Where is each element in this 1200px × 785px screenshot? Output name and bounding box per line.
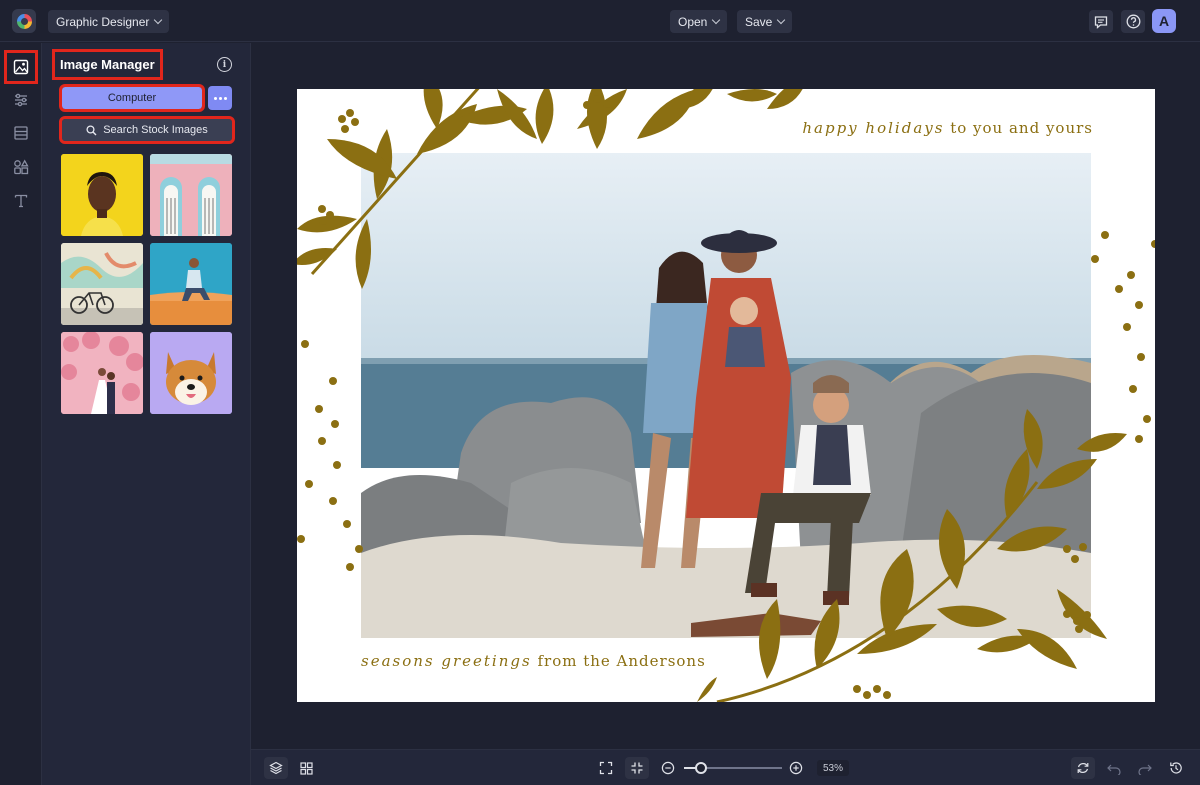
thumbnail-couple-blossoms[interactable] bbox=[61, 332, 143, 414]
history-icon bbox=[1170, 762, 1182, 774]
dot bbox=[213, 96, 217, 100]
thumbnail-woman-portrait[interactable] bbox=[61, 154, 143, 236]
layers-button[interactable] bbox=[264, 757, 288, 779]
refresh-button[interactable] bbox=[1071, 757, 1095, 779]
bottom-toolbar: 53% bbox=[251, 749, 1200, 785]
rail-item-image-manager[interactable] bbox=[4, 50, 38, 84]
rail-item-graphics[interactable] bbox=[7, 153, 35, 181]
text-icon bbox=[14, 194, 28, 208]
zoom-in-button[interactable] bbox=[784, 757, 808, 779]
layers-icon bbox=[269, 761, 283, 775]
greeting-top-script: happy holidays bbox=[802, 119, 945, 137]
thumbnail-bicycle-mural[interactable] bbox=[61, 243, 143, 325]
zoom-out-icon bbox=[661, 761, 675, 775]
grid-view-button[interactable] bbox=[294, 757, 318, 779]
chevron-down-icon bbox=[154, 15, 163, 25]
open-menu-button[interactable]: Open bbox=[670, 10, 728, 33]
adjustments-icon bbox=[15, 93, 27, 107]
greeting-top-plain: to you and yours bbox=[950, 119, 1093, 137]
zoom-slider[interactable] bbox=[684, 762, 782, 774]
expand-icon bbox=[599, 761, 613, 775]
greeting-top[interactable]: happy holidays to you and yours bbox=[802, 119, 1093, 137]
zoom-percentage[interactable]: 53% bbox=[817, 760, 849, 776]
undo-icon bbox=[1107, 764, 1121, 775]
thumbnail-image bbox=[61, 243, 143, 325]
thumbnail-image bbox=[61, 154, 143, 236]
redo-button[interactable] bbox=[1133, 757, 1157, 779]
upload-computer-button[interactable]: Computer bbox=[59, 84, 205, 112]
grid-icon bbox=[299, 761, 313, 775]
thumbnail-man-on-sand[interactable] bbox=[150, 243, 232, 325]
tool-rail bbox=[0, 43, 42, 785]
history-button[interactable] bbox=[1164, 757, 1188, 779]
greeting-bottom-plain: from the Andersons bbox=[537, 652, 706, 670]
rail-item-text[interactable] bbox=[7, 187, 35, 215]
thumbnail-pink-building[interactable] bbox=[150, 154, 232, 236]
save-label: Save bbox=[745, 14, 773, 29]
fit-to-screen-button[interactable] bbox=[594, 757, 618, 779]
rail-item-adjustments[interactable] bbox=[7, 86, 35, 114]
collapse-icon bbox=[631, 762, 643, 774]
open-label: Open bbox=[678, 14, 708, 29]
design-canvas[interactable]: happy holidays to you and yours seasons … bbox=[297, 89, 1155, 702]
logo-mark-icon bbox=[16, 13, 32, 29]
app-logo[interactable] bbox=[12, 9, 36, 33]
chevron-down-icon bbox=[777, 15, 786, 25]
app-mode-dropdown[interactable]: Graphic Designer bbox=[48, 10, 170, 33]
dot bbox=[223, 96, 227, 100]
search-stock-label: Search Stock Images bbox=[103, 124, 208, 136]
help-button[interactable] bbox=[1121, 10, 1145, 33]
rail-item-layouts[interactable] bbox=[7, 119, 35, 147]
top-bar: Graphic Designer Open Save A bbox=[0, 0, 1200, 42]
comments-button[interactable] bbox=[1089, 10, 1113, 33]
thumbnail-image bbox=[150, 243, 232, 325]
panel-title: Image Manager bbox=[52, 49, 163, 80]
zoom-slider-handle[interactable] bbox=[694, 762, 707, 774]
greeting-bottom[interactable]: seasons greetings from the Andersons bbox=[361, 652, 706, 670]
undo-button[interactable] bbox=[1102, 757, 1126, 779]
thumbnail-image bbox=[150, 332, 232, 414]
search-stock-images-button[interactable]: Search Stock Images bbox=[59, 116, 235, 144]
image-manager-panel: Image Manager i Computer Search Stock Im… bbox=[42, 43, 251, 785]
dot bbox=[218, 96, 222, 100]
info-icon[interactable]: i bbox=[217, 57, 232, 72]
thumbnail-shiba-dog[interactable] bbox=[150, 332, 232, 414]
user-avatar[interactable]: A bbox=[1152, 9, 1176, 33]
image-icon bbox=[13, 59, 29, 75]
refresh-icon bbox=[1077, 763, 1089, 773]
redo-icon bbox=[1138, 764, 1152, 775]
more-options-button[interactable] bbox=[208, 86, 232, 110]
layout-icon bbox=[14, 126, 28, 140]
app-mode-label: Graphic Designer bbox=[56, 14, 150, 29]
search-icon bbox=[86, 124, 97, 135]
thumbnail-image bbox=[61, 332, 143, 414]
comment-icon bbox=[1094, 15, 1108, 29]
zoom-in-icon bbox=[789, 761, 803, 775]
thumbnail-image bbox=[150, 154, 232, 236]
chevron-down-icon bbox=[712, 15, 721, 25]
greeting-bottom-script: seasons greetings bbox=[361, 652, 532, 670]
save-menu-button[interactable]: Save bbox=[737, 10, 793, 33]
help-icon bbox=[1126, 14, 1140, 29]
shapes-icon bbox=[14, 159, 29, 175]
zoom-out-button[interactable] bbox=[656, 757, 680, 779]
foliage-decoration bbox=[297, 89, 1155, 702]
shrink-to-fit-button[interactable] bbox=[625, 757, 649, 779]
